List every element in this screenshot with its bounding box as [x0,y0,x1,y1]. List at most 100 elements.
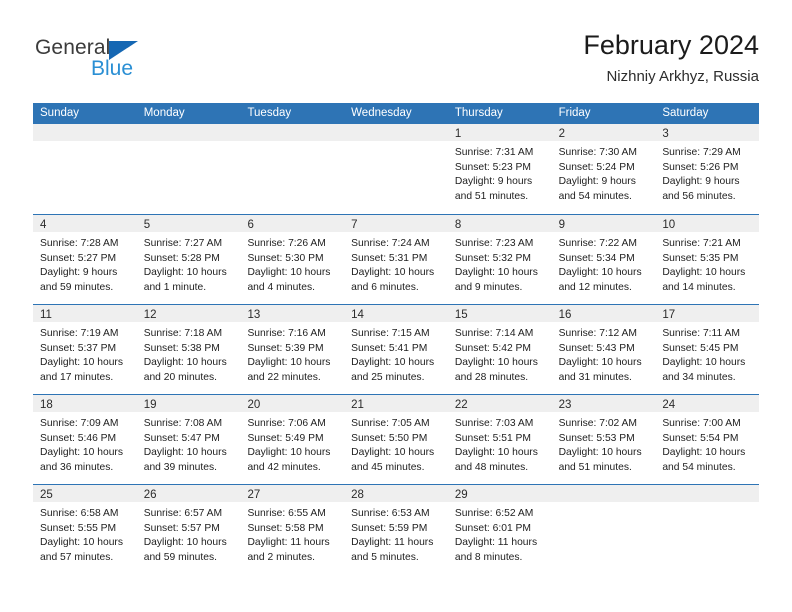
day-number: 13 [247,309,261,321]
sunset-time: Sunset: 5:30 PM [247,252,324,264]
daylight-duration-line2: and 9 minutes. [454,281,523,293]
day-details: Sunrise: 7:02 AM Sunset: 5:53 PM Daylight:… [552,412,656,475]
calendar-day-cell[interactable]: 13 Sunrise: 7:16 AM Sunset: 5:39 PM Dayligh… [240,305,345,394]
calendar-day-cell[interactable]: 18 Sunrise: 7:09 AM Sunset: 5:46 PM Dayligh… [33,395,137,484]
calendar-day-cell[interactable]: 6 Sunrise: 7:26 AM Sunset: 5:30 PM Daylight… [240,215,345,304]
calendar-day-cell[interactable]: 7 Sunrise: 7:24 AM Sunset: 5:31 PM Daylight… [344,215,448,304]
day-number: 18 [40,399,53,411]
calendar-day-cell-empty [655,485,760,574]
daylight-duration-line2: and 8 minutes. [454,551,523,563]
calendar-day-cell[interactable]: 10 Sunrise: 7:21 AM Sunset: 5:35 PM Dayligh… [655,215,760,304]
day-number: 6 [247,219,254,231]
weekday-header-sunday: Sunday [40,107,80,119]
sunrise-time: Sunrise: 7:03 AM [454,418,534,429]
calendar-day-cell[interactable]: 29 Sunrise: 6:52 AM Sunset: 6:01 PM Dayligh… [447,485,552,574]
daylight-duration-line1: Daylight: 11 hours [351,537,434,549]
day-number-band: 4 [33,215,137,232]
day-number-band [240,124,345,141]
daylight-duration-line1: Daylight: 10 hours [662,447,746,459]
calendar-day-cell[interactable]: 21 Sunrise: 7:05 AM Sunset: 5:50 PM Dayligh… [344,395,448,484]
day-details: Sunrise: 7:11 AM Sunset: 5:45 PM Daylight:… [655,322,759,385]
page-title: February 2024 [583,30,759,60]
calendar-day-cell[interactable]: 24 Sunrise: 7:00 AM Sunset: 5:54 PM Dayligh… [655,395,760,484]
day-number: 29 [454,489,468,501]
sunset-time: Sunset: 6:01 PM [454,522,532,534]
daylight-duration-line2: and 4 minutes. [247,281,315,293]
calendar-day-cell[interactable]: 2 Sunrise: 7:30 AM Sunset: 5:24 PM Daylight… [551,124,656,214]
calendar-day-cell[interactable]: 11 Sunrise: 7:19 AM Sunset: 5:37 PM Dayligh… [33,305,137,394]
daylight-duration-line1: Daylight: 9 hours [40,267,118,279]
calendar-day-cell[interactable]: 4 Sunrise: 7:28 AM Sunset: 5:27 PM Daylight… [33,215,137,304]
calendar-day-cell[interactable]: 26 Sunrise: 6:57 AM Sunset: 5:57 PM Dayligh… [136,485,241,574]
daylight-duration-line2: and 56 minutes. [662,190,736,202]
sunrise-time: Sunrise: 6:57 AM [143,508,223,519]
daylight-duration-line1: Daylight: 10 hours [143,447,227,459]
calendar-day-cell[interactable]: 12 Sunrise: 7:18 AM Sunset: 5:38 PM Dayligh… [136,305,241,394]
daylight-duration-line2: and 17 minutes. [40,371,114,383]
calendar-day-cell[interactable]: 27 Sunrise: 6:55 AM Sunset: 5:58 PM Dayligh… [240,485,345,574]
daylight-duration-line1: Daylight: 9 hours [454,176,533,188]
calendar-day-cell[interactable]: 19 Sunrise: 7:08 AM Sunset: 5:47 PM Dayligh… [136,395,241,484]
day-number-band: 2 [551,124,656,141]
day-number-band: 17 [655,305,760,322]
day-number-band: 11 [33,305,137,322]
day-details: Sunrise: 7:27 AM Sunset: 5:28 PM Daylight:… [137,232,241,295]
calendar-day-cell[interactable]: 23 Sunrise: 7:02 AM Sunset: 5:53 PM Dayligh… [551,395,656,484]
day-number: 8 [454,219,462,231]
day-number-band: 22 [447,395,552,412]
day-details: Sunrise: 7:06 AM Sunset: 5:49 PM Daylight:… [240,412,344,475]
calendar-day-cell[interactable]: 22 Sunrise: 7:03 AM Sunset: 5:51 PM Dayligh… [447,395,552,484]
daylight-duration-line2: and 20 minutes. [143,371,217,383]
sunrise-time: Sunrise: 7:28 AM [40,238,119,249]
calendar-day-cell[interactable]: 3 Sunrise: 7:29 AM Sunset: 5:26 PM Daylight… [655,124,760,214]
sunrise-time: Sunrise: 6:58 AM [40,508,119,519]
calendar-day-cell[interactable]: 14 Sunrise: 7:15 AM Sunset: 5:41 PM Dayligh… [344,305,448,394]
sunrise-time: Sunrise: 7:18 AM [143,328,223,339]
calendar-day-cell[interactable]: 20 Sunrise: 7:06 AM Sunset: 5:49 PM Dayligh… [240,395,345,484]
calendar-day-cell[interactable]: 5 Sunrise: 7:27 AM Sunset: 5:28 PM Daylight… [136,215,241,304]
day-details: Sunrise: 6:52 AM Sunset: 6:01 PM Daylight:… [448,502,552,565]
sunrise-time: Sunrise: 7:19 AM [40,328,119,339]
sunset-time: Sunset: 5:47 PM [143,432,220,444]
day-number: 2 [558,128,565,140]
weekday-header-tuesday: Tuesday [247,107,292,119]
calendar-day-cell[interactable]: 16 Sunrise: 7:12 AM Sunset: 5:43 PM Dayligh… [551,305,656,394]
day-number: 25 [40,489,53,501]
sunset-time: Sunset: 5:43 PM [558,342,635,354]
daylight-duration-line1: Daylight: 10 hours [40,357,123,369]
calendar-day-cell[interactable]: 9 Sunrise: 7:22 AM Sunset: 5:34 PM Daylight… [551,215,656,304]
calendar-week-row: 18 Sunrise: 7:09 AM Sunset: 5:46 PM Dayligh… [33,394,760,484]
daylight-duration-line2: and 12 minutes. [558,281,632,293]
sunrise-time: Sunrise: 7:27 AM [143,238,223,249]
day-number-band: 8 [447,215,552,232]
page-header: General Blue February 2024 Nizhniy Arkhy… [33,28,759,94]
daylight-duration-line2: and 2 minutes. [247,551,315,563]
day-number: 9 [558,219,565,231]
day-number-band: 21 [344,395,448,412]
calendar-day-cell-empty [240,124,345,214]
calendar-day-cell[interactable]: 28 Sunrise: 6:53 AM Sunset: 5:59 PM Dayligh… [344,485,448,574]
daylight-duration-line1: Daylight: 10 hours [454,357,538,369]
calendar-day-cell[interactable]: 17 Sunrise: 7:11 AM Sunset: 5:45 PM Dayligh… [655,305,760,394]
weekday-header-monday: Monday [143,107,185,119]
day-number-band: 12 [136,305,241,322]
sunrise-time: Sunrise: 6:52 AM [454,508,534,519]
day-number: 26 [143,489,157,501]
sunset-time: Sunset: 5:41 PM [351,342,428,354]
calendar-day-cell[interactable]: 1 Sunrise: 7:31 AM Sunset: 5:23 PM Daylight… [447,124,552,214]
daylight-duration-line2: and 6 minutes. [351,281,419,293]
calendar-day-cell[interactable]: 15 Sunrise: 7:14 AM Sunset: 5:42 PM Dayligh… [447,305,552,394]
sunset-time: Sunset: 5:53 PM [558,432,635,444]
day-number-band: 24 [655,395,760,412]
calendar-day-cell[interactable]: 8 Sunrise: 7:23 AM Sunset: 5:32 PM Daylight… [447,215,552,304]
calendar-week-row: 25 Sunrise: 6:58 AM Sunset: 5:55 PM Dayligh… [33,484,760,574]
day-details: Sunrise: 6:58 AM Sunset: 5:55 PM Daylight:… [33,502,137,565]
daylight-duration-line2: and 51 minutes. [454,190,529,202]
calendar-day-cell[interactable]: 25 Sunrise: 6:58 AM Sunset: 5:55 PM Dayligh… [33,485,137,574]
weekday-header-friday: Friday [558,107,591,119]
sunset-time: Sunset: 5:57 PM [143,522,220,534]
calendar-day-cell-empty [344,124,448,214]
sunset-time: Sunset: 5:23 PM [454,161,532,173]
weekday-header-row: Sunday Monday Tuesday Wednesday Thursday… [33,103,759,124]
daylight-duration-line2: and 57 minutes. [40,551,114,563]
